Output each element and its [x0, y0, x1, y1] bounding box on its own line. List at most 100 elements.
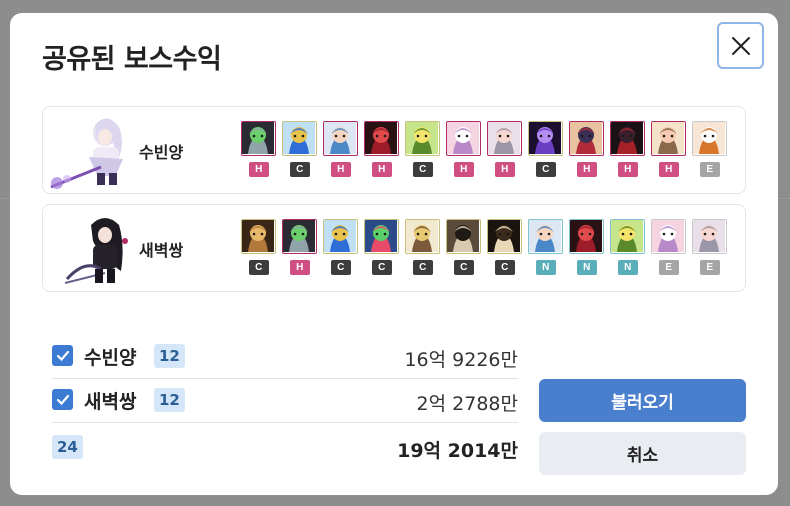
- close-icon: [731, 36, 750, 55]
- boss-entry: C: [282, 121, 318, 177]
- boss-entry: C: [364, 219, 400, 275]
- boss-portrait: [282, 219, 318, 254]
- boss-entry: C: [446, 219, 482, 275]
- character-card: 새벽쌍 C H C C C C C N N N E E: [42, 204, 746, 292]
- boss-portrait: [446, 121, 482, 156]
- character-card: 수빈양 H C H H C H H C H H H E: [42, 106, 746, 194]
- summary-character-name: 수빈양: [84, 347, 137, 369]
- boss-portrait: [364, 121, 400, 156]
- difficulty-badge: N: [617, 260, 638, 275]
- total-count-badge: 24: [52, 435, 83, 459]
- difficulty-badge: C: [330, 260, 351, 275]
- boss-entry: E: [692, 219, 728, 275]
- boss-entry: H: [446, 121, 482, 177]
- summary-row: 수빈양 12 16억 9226만: [52, 335, 518, 379]
- difficulty-badge: N: [576, 260, 597, 275]
- shared-boss-income-dialog: 공유된 보스수익 수빈양 H C H H C H H C H H H E 새벽쌍 C H C C C …: [10, 13, 778, 495]
- difficulty-badge: C: [412, 162, 433, 177]
- boss-portrait: [282, 121, 318, 156]
- boss-portrait: [241, 219, 277, 254]
- checkmark-icon: [56, 394, 69, 405]
- difficulty-badge: H: [576, 162, 597, 177]
- income-amount: 16억 9226만: [404, 349, 518, 371]
- difficulty-badge: H: [658, 162, 679, 177]
- difficulty-badge: H: [453, 162, 474, 177]
- boss-portrait: [651, 121, 687, 156]
- boss-portrait: [446, 219, 482, 254]
- boss-list: CHCCCCCNNNEE: [241, 219, 728, 275]
- boss-entry: H: [651, 121, 687, 177]
- character-avatar: [45, 113, 135, 191]
- boss-entry: H: [282, 219, 318, 275]
- boss-entry: E: [651, 219, 687, 275]
- boss-entry: H: [569, 121, 605, 177]
- include-checkbox[interactable]: [52, 389, 73, 410]
- boss-portrait: [610, 219, 646, 254]
- cancel-button[interactable]: 취소: [539, 432, 746, 475]
- boss-count-badge: 12: [154, 344, 185, 368]
- include-checkbox[interactable]: [52, 345, 73, 366]
- boss-entry: H: [487, 121, 523, 177]
- difficulty-badge: E: [699, 260, 720, 275]
- difficulty-badge: C: [248, 260, 269, 275]
- summary-character-name: 새벽쌍: [84, 391, 137, 413]
- character-name: 수빈양: [139, 143, 184, 162]
- boss-portrait: [569, 121, 605, 156]
- boss-entry: C: [487, 219, 523, 275]
- boss-entry: H: [323, 121, 359, 177]
- boss-portrait: [610, 121, 646, 156]
- boss-entry: C: [323, 219, 359, 275]
- boss-portrait: [405, 121, 441, 156]
- summary-total-row: 24 19억 2014만: [52, 426, 518, 470]
- boss-entry: C: [241, 219, 277, 275]
- difficulty-badge: H: [289, 260, 310, 275]
- boss-portrait: [528, 121, 564, 156]
- dialog-title: 공유된 보스수익: [42, 44, 222, 75]
- difficulty-badge: E: [699, 162, 720, 177]
- boss-entry: H: [364, 121, 400, 177]
- boss-entry: C: [528, 121, 564, 177]
- boss-portrait: [487, 219, 523, 254]
- difficulty-badge: C: [371, 260, 392, 275]
- difficulty-badge: N: [535, 260, 556, 275]
- boss-portrait: [364, 219, 400, 254]
- difficulty-badge: C: [494, 260, 515, 275]
- boss-portrait: [323, 121, 359, 156]
- boss-list: HCHHCHHCHHHE: [241, 121, 728, 177]
- boss-portrait: [569, 219, 605, 254]
- difficulty-badge: H: [494, 162, 515, 177]
- difficulty-badge: C: [535, 162, 556, 177]
- difficulty-badge: E: [658, 260, 679, 275]
- character-name: 새벽쌍: [139, 241, 184, 260]
- boss-entry: H: [610, 121, 646, 177]
- difficulty-badge: C: [289, 162, 310, 177]
- difficulty-badge: H: [330, 162, 351, 177]
- close-button[interactable]: [717, 22, 764, 69]
- load-button[interactable]: 불러오기: [539, 379, 746, 422]
- income-amount: 2억 2788만: [416, 393, 518, 415]
- boss-entry: C: [405, 219, 441, 275]
- boss-portrait: [241, 121, 277, 156]
- boss-portrait: [405, 219, 441, 254]
- boss-entry: N: [569, 219, 605, 275]
- boss-portrait: [323, 219, 359, 254]
- total-income-amount: 19억 2014만: [397, 440, 518, 462]
- checkmark-icon: [56, 350, 69, 361]
- boss-entry: C: [405, 121, 441, 177]
- boss-entry: H: [241, 121, 277, 177]
- boss-portrait: [692, 219, 728, 254]
- difficulty-badge: H: [617, 162, 638, 177]
- boss-portrait: [528, 219, 564, 254]
- boss-portrait: [692, 121, 728, 156]
- boss-entry: N: [528, 219, 564, 275]
- difficulty-badge: C: [412, 260, 433, 275]
- difficulty-badge: C: [453, 260, 474, 275]
- boss-portrait: [487, 121, 523, 156]
- boss-entry: E: [692, 121, 728, 177]
- boss-entry: N: [610, 219, 646, 275]
- difficulty-badge: H: [371, 162, 392, 177]
- character-avatar: [45, 211, 135, 289]
- difficulty-badge: H: [248, 162, 269, 177]
- summary-row: 새벽쌍 12 2억 2788만: [52, 379, 518, 423]
- boss-portrait: [651, 219, 687, 254]
